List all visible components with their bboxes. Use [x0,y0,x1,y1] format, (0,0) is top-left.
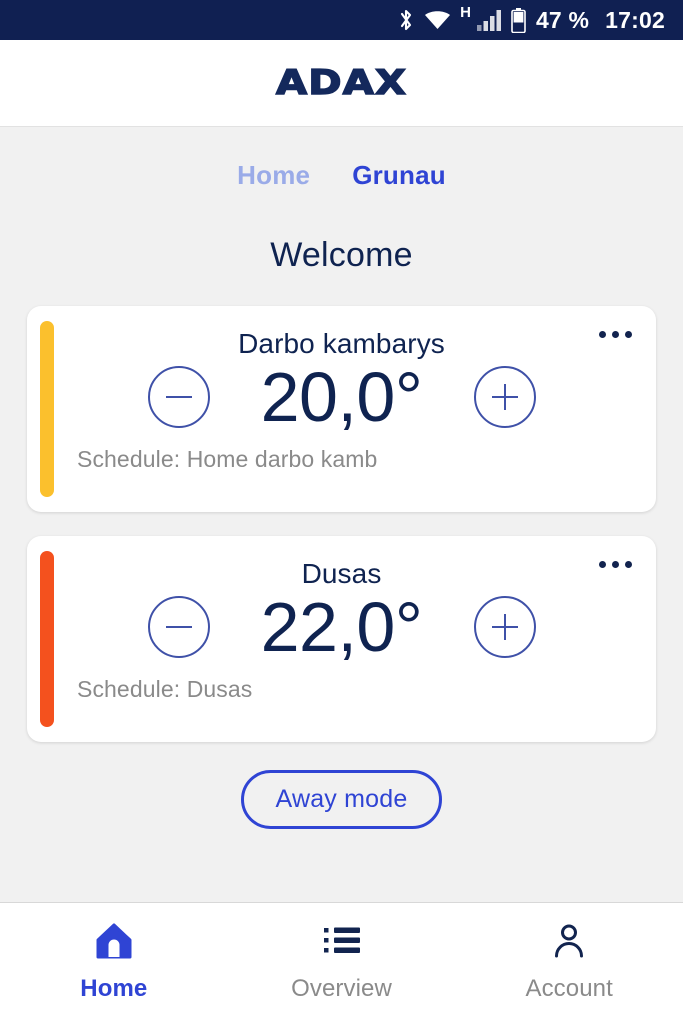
wifi-icon [424,9,451,31]
page-title: Welcome [270,236,413,274]
room-menu-button[interactable] [597,325,634,344]
menu-dot [599,331,606,338]
nav-label-overview: Overview [291,975,392,1002]
app-screen: H 47 % 17:02 ADAX Home Grunau Welcome Da… [0,0,683,1024]
adax-logo: ADAX [275,62,408,104]
room-name: Darbo kambarys [238,328,445,359]
cellular-signal-icon [476,9,502,31]
room-temperature: 20,0° [260,358,423,436]
room-card[interactable]: Darbo kambarys 20,0° Schedule: Home darb… [27,306,656,512]
main-content: Home Grunau Welcome Darbo kambarys 20,0° [0,127,683,903]
menu-dot [625,561,632,568]
room-temperature-controls: 20,0° [49,362,634,432]
breadcrumb: Home Grunau [0,127,683,191]
room-temperature-controls: 22,0° [49,592,634,662]
home-icon [95,921,133,961]
room-schedule: Schedule: Home darbo kamb [77,446,378,472]
room-temperature: 22,0° [260,588,423,666]
status-bar: H 47 % 17:02 [0,0,683,40]
menu-dot [625,331,632,338]
room-status-bar [40,321,54,497]
battery-icon [511,7,526,33]
decrease-temperature-button[interactable] [147,366,210,428]
menu-dot [612,331,619,338]
away-mode-button[interactable]: Away mode [240,770,443,829]
decrease-temperature-button[interactable] [147,596,210,658]
clock-label: 17:02 [605,6,665,33]
room-name: Dusas [301,558,382,589]
app-header: ADAX [0,40,683,127]
room-card-list: Darbo kambarys 20,0° Schedule: Home darb… [0,306,683,742]
battery-percent-label: 47 % [535,6,590,33]
list-icon [323,921,361,961]
bluetooth-icon [397,8,415,32]
room-status-bar [40,551,54,727]
menu-dot [612,561,619,568]
increase-temperature-button[interactable] [473,366,536,428]
nav-label-account: Account [525,975,613,1002]
increase-temperature-button[interactable] [473,596,536,658]
breadcrumb-item-home[interactable]: Home [237,160,310,191]
nav-item-overview[interactable]: Overview [228,921,456,1003]
breadcrumb-item-grunau[interactable]: Grunau [352,160,446,191]
person-icon [552,921,586,961]
nav-label-home: Home [80,975,148,1002]
room-card[interactable]: Dusas 22,0° Schedule: Dusas [27,536,656,742]
nav-item-home[interactable]: Home [0,921,228,1003]
nav-item-account[interactable]: Account [455,921,683,1003]
menu-dot [599,561,606,568]
network-type-label: H [460,4,471,21]
bottom-navigation: Home Overview Account [0,903,683,1024]
room-menu-button[interactable] [597,555,634,574]
away-mode-row: Away mode [0,770,683,829]
room-schedule: Schedule: Dusas [77,676,253,702]
